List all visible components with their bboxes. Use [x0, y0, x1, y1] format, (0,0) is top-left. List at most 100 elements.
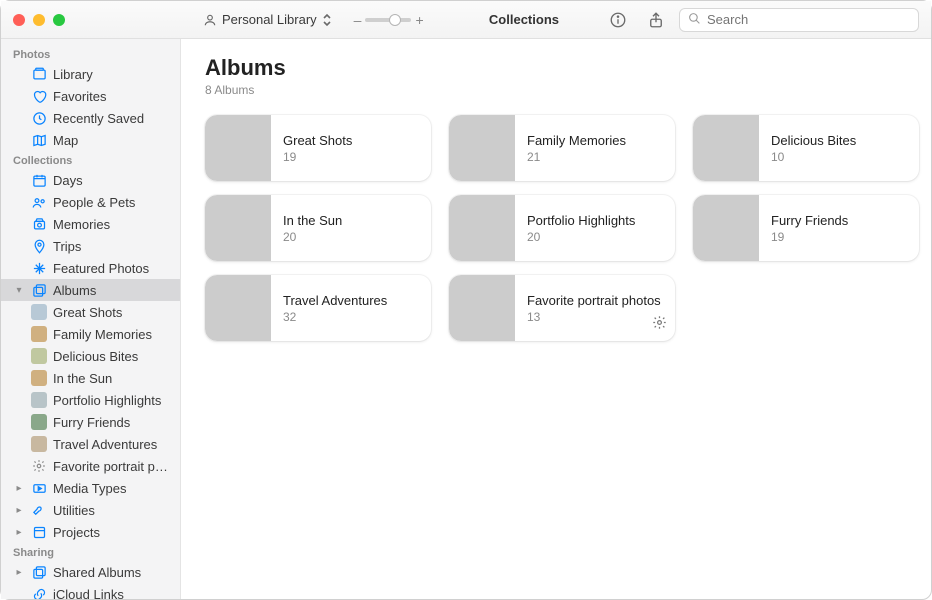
- library-icon: [31, 67, 47, 82]
- album-card[interactable]: Travel Adventures 32: [205, 275, 431, 341]
- clock-icon: [31, 111, 47, 126]
- album-thumb-icon: [31, 326, 47, 342]
- gear-icon: [31, 459, 47, 473]
- sidebar-item-label: Family Memories: [53, 327, 172, 342]
- info-button[interactable]: [609, 11, 627, 29]
- album-thumbnail: [693, 195, 759, 261]
- share-button[interactable]: [647, 11, 665, 29]
- close-window-button[interactable]: [13, 14, 25, 26]
- sidebar-item-label: Delicious Bites: [53, 349, 172, 364]
- sidebar-item-label: In the Sun: [53, 371, 172, 386]
- sidebar-album-travel-adventures[interactable]: Travel Adventures: [1, 433, 180, 455]
- sidebar-album-delicious-bites[interactable]: Delicious Bites: [1, 345, 180, 367]
- album-thumbnail: [449, 115, 515, 181]
- calendar-icon: [31, 173, 47, 188]
- chevron-right-icon[interactable]: ▸: [13, 505, 25, 516]
- album-title: Portfolio Highlights: [527, 213, 635, 228]
- sidebar-item-map[interactable]: Map: [1, 129, 180, 151]
- content-area: Albums 8 Albums Great Shots 19 Family Me…: [181, 39, 931, 599]
- zoom-thumb[interactable]: [389, 14, 401, 26]
- album-thumb-icon: [31, 348, 47, 364]
- zoom-minus[interactable]: –: [354, 12, 362, 28]
- sidebar-item-shared-albums[interactable]: ▸ Shared Albums: [1, 561, 180, 583]
- sidebar-item-label: Shared Albums: [53, 565, 172, 580]
- chevron-down-icon[interactable]: ▾: [13, 285, 25, 296]
- mediatypes-icon: [31, 481, 47, 496]
- sidebar-album-favorite-portrait[interactable]: Favorite portrait photos: [1, 455, 180, 477]
- album-card[interactable]: Great Shots 19: [205, 115, 431, 181]
- sparkle-icon: [31, 261, 47, 276]
- memories-icon: [31, 217, 47, 232]
- sidebar-item-library[interactable]: Library: [1, 63, 180, 85]
- projects-icon: [31, 525, 47, 540]
- album-thumb-icon: [31, 436, 47, 452]
- album-title: Travel Adventures: [283, 293, 387, 308]
- utilities-icon: [31, 503, 47, 518]
- link-icon: [31, 587, 47, 600]
- album-card[interactable]: Delicious Bites 10: [693, 115, 919, 181]
- library-dropdown[interactable]: Personal Library: [199, 10, 336, 29]
- album-title: In the Sun: [283, 213, 342, 228]
- sidebar-item-favorites[interactable]: Favorites: [1, 85, 180, 107]
- sidebar-album-great-shots[interactable]: Great Shots: [1, 301, 180, 323]
- album-card[interactable]: In the Sun 20: [205, 195, 431, 261]
- zoom-plus[interactable]: +: [415, 12, 423, 28]
- sidebar-item-label: Map: [53, 133, 172, 148]
- sidebar-item-icloud-links[interactable]: iCloud Links: [1, 583, 180, 599]
- minimize-window-button[interactable]: [33, 14, 45, 26]
- album-title: Great Shots: [283, 133, 352, 148]
- sidebar-item-projects[interactable]: ▸ Projects: [1, 521, 180, 543]
- library-label: Personal Library: [222, 12, 317, 27]
- pin-icon: [31, 239, 47, 254]
- album-count: 10: [771, 150, 856, 164]
- sidebar-section-collections: Collections: [1, 151, 180, 169]
- sidebar-section-sharing: Sharing: [1, 543, 180, 561]
- sidebar-album-family-memories[interactable]: Family Memories: [1, 323, 180, 345]
- map-icon: [31, 133, 47, 148]
- sidebar-item-label: Travel Adventures: [53, 437, 172, 452]
- chevron-updown-icon: [322, 13, 332, 27]
- album-card[interactable]: Portfolio Highlights 20: [449, 195, 675, 261]
- zoom-track[interactable]: [365, 18, 411, 22]
- album-thumbnail: [205, 115, 271, 181]
- sidebar-item-trips[interactable]: Trips: [1, 235, 180, 257]
- sidebar-item-days[interactable]: Days: [1, 169, 180, 191]
- sidebar-item-label: Favorites: [53, 89, 172, 104]
- album-card[interactable]: Family Memories 21: [449, 115, 675, 181]
- album-thumbnail: [205, 195, 271, 261]
- sidebar-album-portfolio-highlights[interactable]: Portfolio Highlights: [1, 389, 180, 411]
- zoom-window-button[interactable]: [53, 14, 65, 26]
- sidebar-item-media-types[interactable]: ▸ Media Types: [1, 477, 180, 499]
- album-count: 19: [771, 230, 848, 244]
- chevron-right-icon[interactable]: ▸: [13, 527, 25, 538]
- chevron-right-icon[interactable]: ▸: [13, 483, 25, 494]
- sidebar-item-utilities[interactable]: ▸ Utilities: [1, 499, 180, 521]
- album-card[interactable]: Furry Friends 19: [693, 195, 919, 261]
- sidebar-item-label: Utilities: [53, 503, 172, 518]
- sidebar-item-label: Projects: [53, 525, 172, 540]
- album-card[interactable]: Favorite portrait photos 13: [449, 275, 675, 341]
- sidebar-item-memories[interactable]: Memories: [1, 213, 180, 235]
- sidebar-item-label: iCloud Links: [53, 587, 172, 600]
- sidebar-item-label: Recently Saved: [53, 111, 172, 126]
- album-grid: Great Shots 19 Family Memories 21 Delici…: [205, 115, 907, 341]
- album-count: 32: [283, 310, 387, 324]
- sidebar-album-furry-friends[interactable]: Furry Friends: [1, 411, 180, 433]
- album-thumbnail: [449, 195, 515, 261]
- sidebar-item-recently-saved[interactable]: Recently Saved: [1, 107, 180, 129]
- sidebar-item-people-pets[interactable]: People & Pets: [1, 191, 180, 213]
- person-icon: [203, 13, 217, 27]
- sidebar-item-featured-photos[interactable]: Featured Photos: [1, 257, 180, 279]
- search-field[interactable]: [679, 8, 919, 32]
- search-input[interactable]: [707, 12, 910, 27]
- thumbnail-zoom-slider[interactable]: – +: [354, 12, 424, 28]
- album-thumbnail: [449, 275, 515, 341]
- page-subtitle: 8 Albums: [205, 83, 907, 97]
- album-count: 19: [283, 150, 352, 164]
- view-mode-label[interactable]: Collections: [489, 12, 559, 27]
- sidebar-section-photos: Photos: [1, 45, 180, 63]
- chevron-right-icon[interactable]: ▸: [13, 567, 25, 578]
- sidebar-album-in-the-sun[interactable]: In the Sun: [1, 367, 180, 389]
- sidebar-item-albums[interactable]: ▾ Albums: [1, 279, 180, 301]
- album-title: Furry Friends: [771, 213, 848, 228]
